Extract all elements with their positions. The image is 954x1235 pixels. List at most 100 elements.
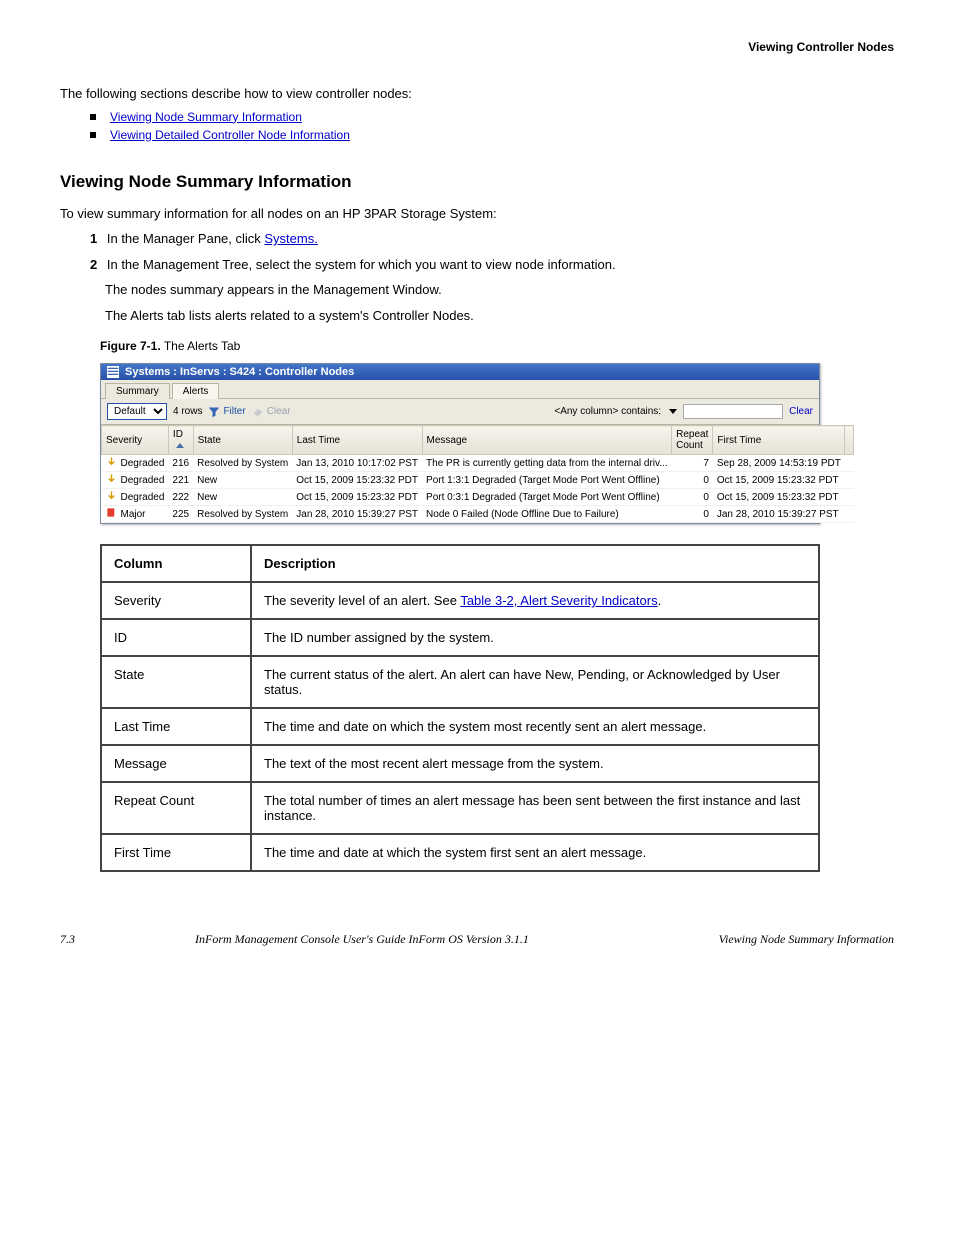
page-footer: 7.3 InForm Management Console User's Gui… bbox=[60, 932, 894, 947]
severity-icon bbox=[106, 456, 117, 470]
cell-desc: The text of the most recent alert messag… bbox=[251, 745, 819, 782]
filter-label: <Any column> contains: bbox=[554, 406, 661, 417]
cell-desc: The time and date on which the system mo… bbox=[251, 708, 819, 745]
alerts-para: The Alerts tab lists alerts related to a… bbox=[105, 306, 894, 326]
step-1: 1 In the Manager Pane, click Systems. bbox=[90, 229, 894, 249]
col-repeat[interactable]: Repeat Count bbox=[672, 426, 713, 455]
cell-msg: Port 1:3:1 Degraded (Target Mode Port We… bbox=[422, 472, 672, 489]
step-text: In the Management Tree, select the syste… bbox=[107, 257, 616, 272]
running-head: Viewing Controller Nodes bbox=[60, 40, 894, 54]
cell-desc: The ID number assigned by the system. bbox=[251, 619, 819, 656]
step-text: In the Manager Pane, click bbox=[107, 231, 265, 246]
col-spacer bbox=[845, 426, 854, 455]
table-row: First Time The time and date at which th… bbox=[101, 834, 819, 871]
table-row: Last Time The time and date on which the… bbox=[101, 708, 819, 745]
table-row[interactable]: Degraded216Resolved by SystemJan 13, 201… bbox=[102, 455, 854, 472]
col-state[interactable]: State bbox=[193, 426, 292, 455]
cell-last: Jan 28, 2010 15:39:27 PST bbox=[292, 506, 422, 523]
cell-col: Repeat Count bbox=[101, 782, 251, 834]
section-title: Viewing Node Summary Information bbox=[60, 172, 894, 192]
sort-asc-icon bbox=[176, 443, 184, 448]
cell-id: 216 bbox=[168, 455, 193, 472]
cell-col: ID bbox=[101, 619, 251, 656]
tab-summary[interactable]: Summary bbox=[105, 383, 170, 399]
cell-col: Severity bbox=[101, 582, 251, 619]
table-row: ID The ID number assigned by the system. bbox=[101, 619, 819, 656]
severity-icon bbox=[106, 473, 117, 487]
severity-icon bbox=[106, 507, 117, 521]
cell-state: New bbox=[193, 472, 292, 489]
col-firsttime[interactable]: First Time bbox=[713, 426, 845, 455]
clear-button[interactable]: Clear bbox=[252, 406, 291, 418]
col-lasttime[interactable]: Last Time bbox=[292, 426, 422, 455]
window-title: Systems : InServs : S424 : Controller No… bbox=[125, 366, 354, 378]
cell-desc: The total number of times an alert messa… bbox=[251, 782, 819, 834]
cell-msg: The PR is currently getting data from th… bbox=[422, 455, 672, 472]
bullet-icon bbox=[90, 132, 96, 138]
step-2: 2 In the Management Tree, select the sys… bbox=[90, 255, 894, 275]
table-row: Severity The severity level of an alert.… bbox=[101, 582, 819, 619]
filter-icon bbox=[208, 406, 220, 418]
severity-xref-link[interactable]: Table 3-2, Alert Severity Indicators bbox=[460, 593, 657, 608]
cell-desc: The time and date at which the system fi… bbox=[251, 834, 819, 871]
column-description-table: Column Description Severity The severity… bbox=[100, 544, 820, 872]
alerts-grid: Severity ID State Last Time Message Repe… bbox=[101, 425, 854, 523]
intro-text: The following sections describe how to v… bbox=[60, 84, 894, 104]
severity-text: Degraded bbox=[121, 475, 165, 486]
col-severity[interactable]: Severity bbox=[102, 426, 169, 455]
clear-link[interactable]: Clear bbox=[789, 406, 813, 417]
tab-alerts[interactable]: Alerts bbox=[172, 383, 220, 399]
bullet-icon bbox=[90, 114, 96, 120]
table-row: Message The text of the most recent aler… bbox=[101, 745, 819, 782]
figure-title: The Alerts Tab bbox=[164, 339, 241, 353]
severity-text: Degraded bbox=[121, 458, 165, 469]
toc-item: Viewing Node Summary Information bbox=[90, 110, 894, 124]
cell-last: Jan 13, 2010 10:17:02 PST bbox=[292, 455, 422, 472]
step-result: The nodes summary appears in the Managem… bbox=[105, 280, 894, 300]
view-select[interactable]: Default bbox=[107, 403, 167, 420]
header-column: Column bbox=[101, 545, 251, 582]
cell-state: Resolved by System bbox=[193, 506, 292, 523]
cell-col: State bbox=[101, 656, 251, 708]
figure-caption: Figure 7-1. The Alerts Tab bbox=[100, 339, 894, 353]
filter-button[interactable]: Filter bbox=[208, 406, 245, 418]
table-row[interactable]: Degraded221NewOct 15, 2009 15:23:32 PDTP… bbox=[102, 472, 854, 489]
cell-last: Oct 15, 2009 15:23:32 PDT bbox=[292, 489, 422, 506]
toc-link-2[interactable]: Viewing Detailed Controller Node Informa… bbox=[110, 128, 350, 142]
footer-right: Viewing Node Summary Information bbox=[719, 932, 894, 947]
cell-first: Sep 28, 2009 14:53:19 PDT bbox=[713, 455, 845, 472]
header-desc: Description bbox=[251, 545, 819, 582]
section-lead: To view summary information for all node… bbox=[60, 204, 894, 224]
row-count: 4 rows bbox=[173, 406, 202, 417]
cell-col: First Time bbox=[101, 834, 251, 871]
cell-state: New bbox=[193, 489, 292, 506]
table-row: Repeat Count The total number of times a… bbox=[101, 782, 819, 834]
cell-repeat: 0 bbox=[672, 489, 713, 506]
severity-text: Degraded bbox=[121, 492, 165, 503]
col-id[interactable]: ID bbox=[168, 426, 193, 455]
toc-link-1[interactable]: Viewing Node Summary Information bbox=[110, 110, 302, 124]
step-number: 1 bbox=[90, 231, 97, 246]
step-number: 2 bbox=[90, 257, 97, 272]
systems-link[interactable]: Systems. bbox=[264, 231, 317, 246]
table-row: State The current status of the alert. A… bbox=[101, 656, 819, 708]
col-message[interactable]: Message bbox=[422, 426, 672, 455]
footer-left: InForm Management Console User's Guide I… bbox=[195, 932, 719, 947]
cell-col: Message bbox=[101, 745, 251, 782]
table-row[interactable]: Degraded222NewOct 15, 2009 15:23:32 PDTP… bbox=[102, 489, 854, 506]
cell-msg: Node 0 Failed (Node Offline Due to Failu… bbox=[422, 506, 672, 523]
severity-icon bbox=[106, 490, 117, 504]
app-icon bbox=[107, 366, 119, 378]
chevron-down-icon[interactable] bbox=[669, 409, 677, 414]
cell-repeat: 0 bbox=[672, 472, 713, 489]
cell-col: Last Time bbox=[101, 708, 251, 745]
severity-text: Major bbox=[121, 509, 146, 520]
filter-input[interactable] bbox=[683, 404, 783, 419]
page-number: 7.3 bbox=[60, 932, 75, 947]
window-titlebar: Systems : InServs : S424 : Controller No… bbox=[101, 364, 819, 380]
alerts-screenshot: Systems : InServs : S424 : Controller No… bbox=[100, 363, 820, 524]
cell-repeat: 0 bbox=[672, 506, 713, 523]
cell-first: Jan 28, 2010 15:39:27 PST bbox=[713, 506, 845, 523]
cell-first: Oct 15, 2009 15:23:32 PDT bbox=[713, 489, 845, 506]
table-row[interactable]: Major225Resolved by SystemJan 28, 2010 1… bbox=[102, 506, 854, 523]
